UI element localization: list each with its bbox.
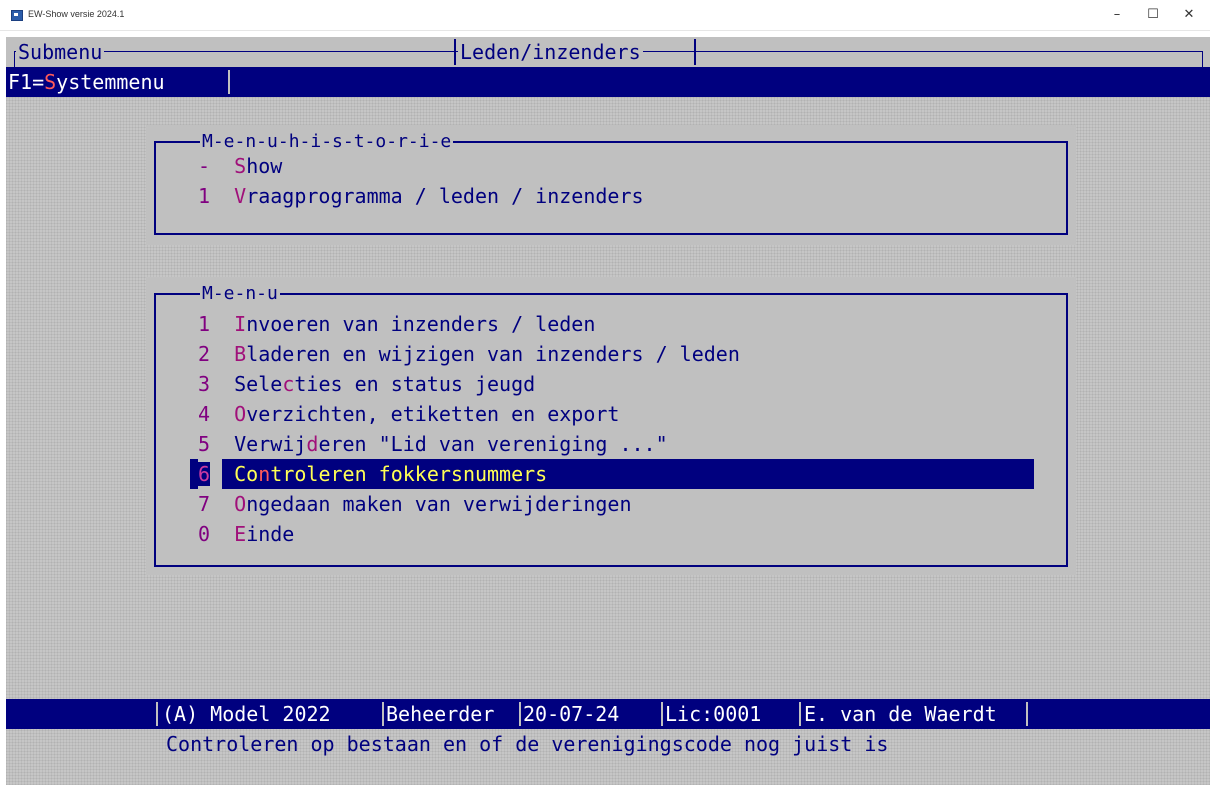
header-right-tick [1202, 51, 1203, 67]
status-bar: (A) Model 2022 Beheerder 20-07-24 Lic:00… [6, 699, 1210, 729]
menu-item-label: ngedaan maken van verwijderingen [246, 492, 632, 516]
status-separator [382, 702, 384, 726]
menu-item-hotkey: I [234, 312, 247, 336]
submenu-label: Submenu [16, 37, 105, 67]
status-separator [799, 702, 801, 726]
menu-item-label-pre: Verwij [234, 432, 307, 456]
menu-item-number: 1 [198, 312, 211, 336]
status-license: Lic:0001 [665, 702, 762, 726]
history-item-label: raagprogramma / leden / inzenders [246, 184, 644, 208]
terminal-screen: Submenu Leden/inzenders F1=Systemmenu M-… [6, 37, 1210, 785]
menu-item-label: troleren fokkersnummers [270, 462, 548, 486]
menu-item-number: 0 [198, 522, 211, 546]
menu-item-number: 6 [198, 462, 211, 486]
close-button[interactable]: ✕ [1166, 0, 1210, 30]
history-item-number: 1 [198, 184, 211, 208]
menu-item-label-pre: Co [234, 462, 259, 486]
menu-item-hotkey: O [234, 402, 247, 426]
history-item-label: how [246, 154, 283, 178]
menu-item-einde[interactable]: 0 Einde [198, 519, 294, 549]
status-role: Beheerder [386, 702, 495, 726]
header-left-tick [14, 51, 15, 67]
history-title: M-e-n-u-h-i-s-t-o-r-i-e [200, 131, 454, 153]
window-title: EW-Show versie 2024.1 [28, 9, 125, 19]
history-item-hotkey: S [234, 154, 247, 178]
status-separator [661, 702, 663, 726]
f1-hotkey: S [44, 70, 57, 94]
history-item-show[interactable]: - Show [198, 151, 282, 181]
menu-item-number: 4 [198, 402, 211, 426]
menu-item-hotkey: c [282, 372, 295, 396]
menu-item-hotkey: E [234, 522, 247, 546]
status-separator [1026, 702, 1028, 726]
menu-item-controleren[interactable]: 6 Controleren fokkersnummers [198, 459, 547, 489]
menu-item-label: ties en status jeugd [294, 372, 536, 396]
title-right-bracket [694, 39, 696, 65]
menu-item-invoeren[interactable]: 1 Invoeren van inzenders / leden [198, 309, 595, 339]
menu-item-label: laderen en wijzigen van inzenders / lede… [246, 342, 740, 366]
menu-item-label-pre: Sele [234, 372, 283, 396]
menu-panel: M-e-n-u 1 Invoeren van inzenders / leden… [146, 277, 1076, 575]
f1-prefix: F1= [8, 70, 45, 94]
menu-title: M-e-n-u [200, 283, 280, 305]
menu-item-bladeren[interactable]: 2 Bladeren en wijzigen van inzenders / l… [198, 339, 740, 369]
menu-item-hotkey: O [234, 492, 247, 516]
menu-item-selecties[interactable]: 3 Selecties en status jeugd [198, 369, 535, 399]
title-left-bracket [454, 39, 456, 65]
status-date: 20-07-24 [523, 702, 620, 726]
f1-label: ystemmenu [56, 70, 165, 94]
status-model: (A) Model 2022 [162, 702, 331, 726]
menu-item-verwijderen[interactable]: 5 Verwijderen "Lid van vereniging ..." [198, 429, 668, 459]
section-title: Leden/inzenders [458, 37, 643, 67]
status-separator [156, 702, 158, 726]
menu-item-hotkey: d [306, 432, 319, 456]
menu-bar: F1=Systemmenu [6, 67, 1210, 97]
menu-item-number: 2 [198, 342, 211, 366]
history-panel: M-e-n-u-h-i-s-t-o-r-i-e - Show 1 Vraagpr… [146, 125, 1076, 245]
system-menu-key[interactable]: F1=Systemmenu [8, 67, 165, 97]
status-user: E. van de Waerdt [804, 702, 997, 726]
hint-text: Controleren op bestaan en of de verenigi… [166, 732, 889, 756]
menu-item-number: 3 [198, 372, 211, 396]
menu-item-label: eren "Lid van vereniging ..." [318, 432, 668, 456]
menubar-separator [228, 70, 230, 94]
history-item-number: - [198, 154, 211, 178]
menu-item-hotkey: B [234, 342, 247, 366]
menu-item-ongedaan[interactable]: 7 Ongedaan maken van verwijderingen [198, 489, 632, 519]
menu-item-label: nvoeren van inzenders / leden [246, 312, 596, 336]
app-icon [11, 10, 23, 21]
menu-item-overzichten[interactable]: 4 Overzichten, etiketten en export [198, 399, 619, 429]
history-box: M-e-n-u-h-i-s-t-o-r-i-e - Show 1 Vraagpr… [154, 131, 1068, 235]
history-item-hotkey: V [234, 184, 247, 208]
menu-item-label: inde [246, 522, 295, 546]
selection-marker [190, 459, 198, 489]
status-separator [519, 702, 521, 726]
menu-item-number: 7 [198, 492, 211, 516]
menu-item-label: verzichten, etiketten en export [246, 402, 620, 426]
history-item-vraagprogramma[interactable]: 1 Vraagprogramma / leden / inzenders [198, 181, 644, 211]
menu-box: M-e-n-u 1 Invoeren van inzenders / leden… [154, 283, 1068, 567]
window-titlebar: EW-Show versie 2024.1 – ☐ ✕ [0, 0, 1210, 31]
menu-item-hotkey: n [258, 462, 271, 486]
menu-item-number: 5 [198, 432, 211, 456]
